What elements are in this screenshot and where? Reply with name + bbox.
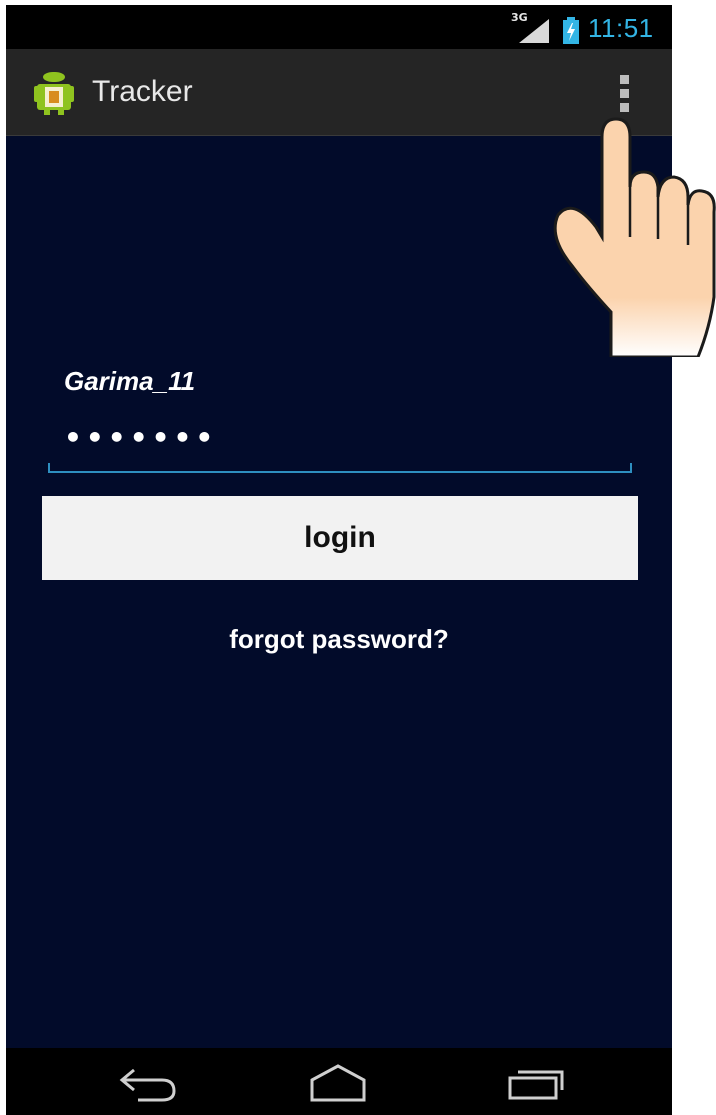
navigation-bar: [6, 1048, 672, 1115]
status-clock: 11:51: [588, 13, 654, 43]
android-app-icon: [34, 72, 74, 115]
forgot-password-link[interactable]: forgot password?: [6, 624, 672, 655]
field-bracket-right: [630, 463, 632, 471]
battery-charging-icon: [563, 17, 579, 44]
signal-icon: 3G: [511, 11, 551, 45]
overflow-menu-icon[interactable]: [612, 71, 636, 115]
recent-apps-icon[interactable]: [506, 1062, 570, 1102]
status-bar: 3G 11:51: [6, 5, 672, 49]
field-bracket-left: [48, 463, 50, 471]
login-button[interactable]: login: [42, 496, 638, 580]
password-field[interactable]: •••••••: [48, 417, 632, 473]
password-mask: •••••••: [64, 421, 218, 454]
home-icon[interactable]: [306, 1062, 370, 1102]
username-field[interactable]: [64, 361, 624, 401]
tap-hand-icon: [553, 117, 716, 357]
back-icon[interactable]: [116, 1062, 180, 1102]
app-title: Tracker: [92, 75, 193, 108]
